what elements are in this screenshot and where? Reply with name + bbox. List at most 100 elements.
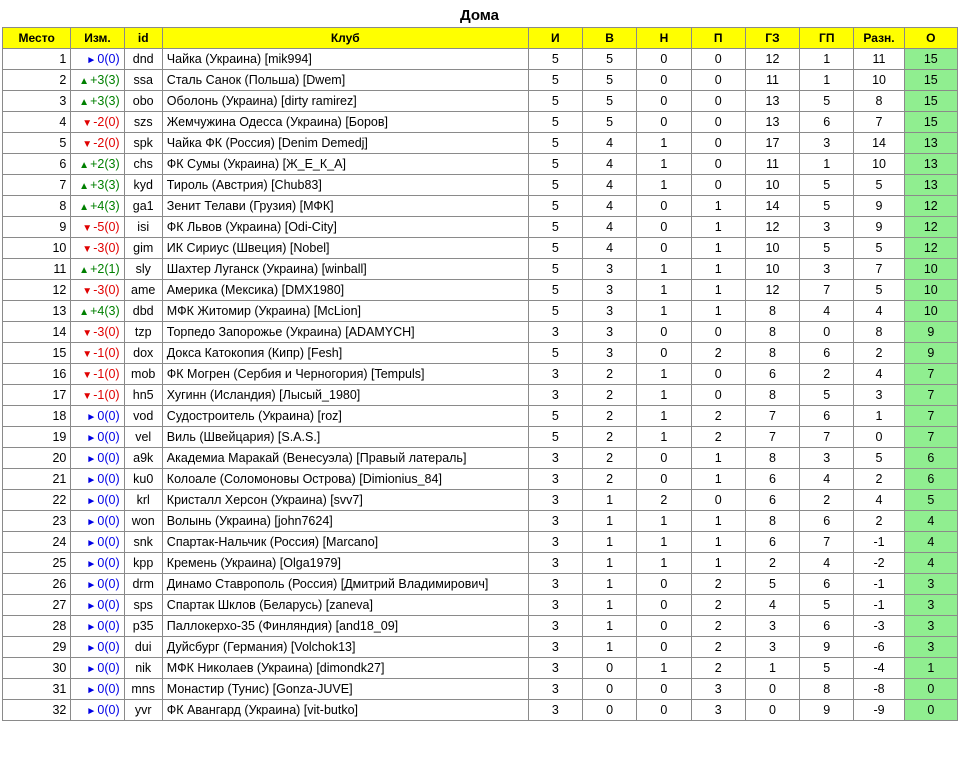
- wins-cell: 5: [581, 48, 638, 70]
- games-cell: 5: [527, 48, 583, 70]
- table-row: 13 ▲+4(3) dbd МФК Житомир (Украина) [McLion…: [1, 300, 959, 322]
- points-cell: 3: [903, 636, 959, 658]
- change-value: -1(0): [93, 367, 120, 381]
- goal-diff-cell: 8: [853, 90, 905, 112]
- arrow-up-icon: ▲: [79, 202, 90, 213]
- goal-diff-cell: 3: [853, 384, 905, 406]
- goals-for-cell: 2: [744, 552, 801, 574]
- draws-cell: 0: [636, 636, 692, 658]
- wins-cell: 3: [581, 342, 638, 364]
- goals-against-cell: 6: [799, 342, 855, 364]
- draws-cell: 0: [636, 615, 692, 637]
- goal-diff-cell: -4: [853, 657, 905, 679]
- col-header-wins[interactable]: В: [581, 27, 638, 49]
- losses-cell: 1: [690, 300, 746, 322]
- table-row: 7 ▲+3(3) kyd Тироль (Австрия) [Chub83] 5 4 1 0 1…: [1, 174, 959, 196]
- goal-diff-cell: -8: [853, 678, 905, 700]
- games-cell: 3: [527, 384, 583, 406]
- goal-diff-cell: 10: [853, 69, 905, 91]
- club-cell: Академиа Маракай (Венесуэла) [Правый лат…: [161, 447, 529, 469]
- losses-cell: 0: [690, 132, 746, 154]
- place-cell: 13: [1, 300, 72, 322]
- goals-for-cell: 10: [744, 174, 801, 196]
- col-header-goals-against[interactable]: ГП: [799, 27, 855, 49]
- goals-against-cell: 1: [799, 69, 855, 91]
- col-header-change[interactable]: Изм.: [70, 27, 125, 49]
- games-cell: 5: [527, 426, 583, 448]
- wins-cell: 2: [581, 468, 638, 490]
- goal-diff-cell: -1: [853, 573, 905, 595]
- draws-cell: 1: [636, 153, 692, 175]
- table-row: 4 ▼-2(0) szs Жемчужина Одесса (Украина) [Бо…: [1, 111, 959, 133]
- col-header-points[interactable]: О: [903, 27, 959, 49]
- club-cell: Шахтер Луганск (Украина) [winball]: [161, 258, 529, 280]
- goal-diff-cell: 11: [853, 48, 905, 70]
- games-cell: 3: [527, 552, 583, 574]
- games-cell: 3: [527, 699, 583, 721]
- draws-cell: 1: [636, 132, 692, 154]
- arrow-right-icon: ►: [86, 685, 97, 696]
- goal-diff-cell: 8: [853, 321, 905, 343]
- arrow-right-icon: ►: [86, 622, 97, 633]
- change-value: +3(3): [90, 73, 120, 87]
- goal-diff-cell: 10: [853, 153, 905, 175]
- place-cell: 10: [1, 237, 72, 259]
- col-header-id[interactable]: id: [123, 27, 163, 49]
- wins-cell: 4: [581, 153, 638, 175]
- table-row: 5 ▼-2(0) spk Чайка ФК (Россия) [Denim Demed…: [1, 132, 959, 154]
- games-cell: 5: [527, 174, 583, 196]
- goals-for-cell: 0: [744, 678, 801, 700]
- arrow-down-icon: ▼: [82, 391, 93, 402]
- change-cell: ►0(0): [70, 573, 125, 595]
- points-cell: 6: [903, 447, 959, 469]
- arrow-down-icon: ▼: [82, 370, 93, 381]
- change-cell: ▲+2(1): [70, 258, 125, 280]
- goals-for-cell: 0: [744, 699, 801, 721]
- change-cell: ▲+4(3): [70, 300, 125, 322]
- goals-for-cell: 8: [744, 300, 801, 322]
- games-cell: 3: [527, 678, 583, 700]
- goals-against-cell: 4: [799, 468, 855, 490]
- col-header-games[interactable]: И: [527, 27, 583, 49]
- club-cell: Паллокерхо-35 (Финляндия) [and18_09]: [161, 615, 529, 637]
- id-cell: chs: [123, 153, 163, 175]
- col-header-draws[interactable]: Н: [636, 27, 692, 49]
- club-cell: МФК Житомир (Украина) [McLion]: [161, 300, 529, 322]
- draws-cell: 0: [636, 216, 692, 238]
- place-cell: 31: [1, 678, 72, 700]
- goals-for-cell: 17: [744, 132, 801, 154]
- table-row: 14 ▼-3(0) tzp Торпедо Запорожье (Украина) […: [1, 321, 959, 343]
- table-row: 20 ►0(0) a9k Академиа Маракай (Венесуэла) […: [1, 447, 959, 469]
- change-cell: ▼-1(0): [70, 342, 125, 364]
- col-header-place[interactable]: Место: [1, 27, 72, 49]
- change-cell: ▲+4(3): [70, 195, 125, 217]
- arrow-up-icon: ▲: [79, 181, 90, 192]
- games-cell: 5: [527, 111, 583, 133]
- col-header-club[interactable]: Клуб: [161, 27, 529, 49]
- col-header-losses[interactable]: П: [690, 27, 746, 49]
- change-cell: ►0(0): [70, 426, 125, 448]
- change-cell: ▼-2(0): [70, 111, 125, 133]
- id-cell: sly: [123, 258, 163, 280]
- table-row: 21 ►0(0) ku0 Колоале (Соломоновы Острова) […: [1, 468, 959, 490]
- games-cell: 5: [527, 216, 583, 238]
- goals-against-cell: 5: [799, 90, 855, 112]
- draws-cell: 0: [636, 195, 692, 217]
- change-cell: ▼-3(0): [70, 237, 125, 259]
- games-cell: 5: [527, 405, 583, 427]
- place-cell: 21: [1, 468, 72, 490]
- goals-against-cell: 3: [799, 447, 855, 469]
- losses-cell: 2: [690, 636, 746, 658]
- col-header-goal-diff[interactable]: Разн.: [853, 27, 905, 49]
- arrow-right-icon: ►: [86, 580, 97, 591]
- draws-cell: 1: [636, 657, 692, 679]
- goals-against-cell: 3: [799, 258, 855, 280]
- club-cell: Волынь (Украина) [john7624]: [161, 510, 529, 532]
- points-cell: 0: [903, 678, 959, 700]
- table-row: 19 ►0(0) vel Виль (Швейцария) [S.A.S.] 5 2 1 2 7…: [1, 426, 959, 448]
- id-cell: yvr: [123, 699, 163, 721]
- col-header-goals-for[interactable]: ГЗ: [744, 27, 801, 49]
- points-cell: 10: [903, 279, 959, 301]
- goals-for-cell: 6: [744, 531, 801, 553]
- goals-against-cell: 9: [799, 699, 855, 721]
